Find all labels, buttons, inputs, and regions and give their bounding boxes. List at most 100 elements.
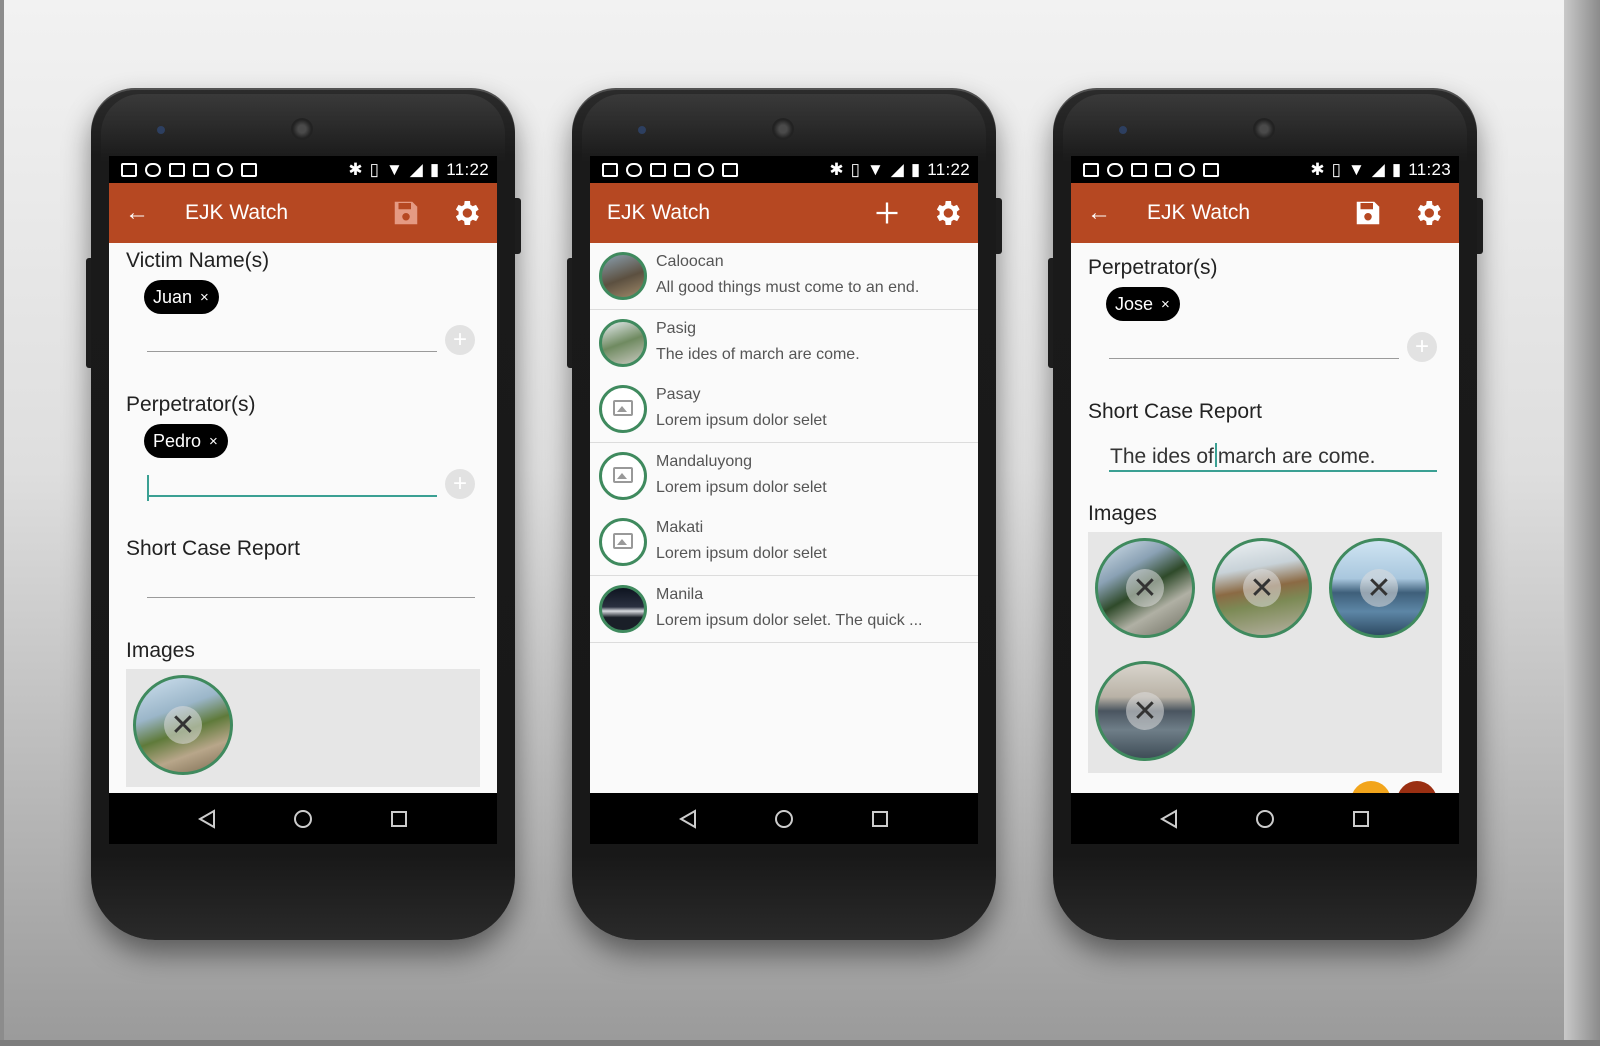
list-item[interactable]: Pasay Lorem ipsum dolor selet — [590, 376, 978, 443]
image-icon — [1131, 162, 1147, 177]
case-avatar — [599, 385, 647, 433]
nav-back-icon[interactable] — [196, 808, 218, 830]
list-item[interactable]: Makati Lorem ipsum dolor selet — [590, 509, 978, 576]
nav-home-icon[interactable] — [292, 808, 314, 830]
add-victim-button[interactable]: + — [445, 325, 475, 355]
bluetooth-icon: ✱ — [1310, 159, 1325, 179]
nav-recents-icon[interactable] — [869, 808, 891, 830]
remove-image-icon[interactable]: ✕ — [1243, 569, 1281, 607]
text-cursor — [1214, 443, 1217, 467]
cloud-icon — [1107, 162, 1123, 177]
nav-recents-icon[interactable] — [1350, 808, 1372, 830]
remove-image-icon[interactable]: ✕ — [164, 706, 202, 744]
image-thumbnail[interactable]: ✕ — [1329, 538, 1429, 638]
report-input-text[interactable]: The ides of march are come. — [1110, 443, 1375, 469]
screen: ✱ ▯ ▼ ◢ ▮ 11:22 ← EJK Watch Victim Name(… — [109, 156, 497, 844]
list-item[interactable]: Manila Lorem ipsum dolor selet. The quic… — [590, 576, 978, 643]
nav-home-icon[interactable] — [1254, 808, 1276, 830]
bluetooth-icon: ✱ — [348, 159, 363, 179]
remove-image-icon[interactable]: ✕ — [1360, 569, 1398, 607]
gear-icon[interactable] — [449, 196, 483, 230]
earpiece-speaker — [1253, 118, 1275, 140]
list-item[interactable]: Pasig The ides of march are come. — [590, 310, 978, 377]
chip-remove-icon[interactable]: × — [209, 433, 218, 450]
perpetrator-input[interactable] — [1109, 358, 1399, 359]
earpiece-speaker — [291, 118, 313, 140]
screen: ✱ ▯ ▼ ◢ ▮ 11:22 EJK Watch Caloocan All g… — [590, 156, 978, 844]
image-thumbnail[interactable]: ✕ — [133, 675, 233, 775]
save-icon[interactable] — [1351, 196, 1385, 230]
list-item[interactable]: Mandaluyong Lorem ipsum dolor selet — [590, 443, 978, 510]
images-label: Images — [126, 639, 195, 662]
fab-primary-button[interactable] — [1397, 781, 1437, 793]
perpetrator-chip[interactable]: Pedro × — [144, 424, 228, 458]
nav-back-icon[interactable] — [677, 808, 699, 830]
chip-remove-icon[interactable]: × — [200, 289, 209, 306]
notification-icons — [121, 162, 257, 177]
remove-image-icon[interactable]: ✕ — [1126, 692, 1164, 730]
gear-icon[interactable] — [930, 196, 964, 230]
report-text-before-cursor: The ides of — [1110, 445, 1214, 468]
report-input[interactable] — [1109, 470, 1437, 472]
placeholder-image-icon — [613, 533, 633, 549]
image-thumbnail[interactable]: ✕ — [1095, 661, 1195, 761]
placeholder-image-icon — [613, 467, 633, 483]
save-icon[interactable] — [389, 196, 423, 230]
battery-icon: ▮ — [429, 159, 440, 179]
notification-icons — [1083, 162, 1219, 177]
case-title: Makati — [656, 519, 704, 536]
vibrate-icon: ▯ — [1331, 159, 1341, 179]
frame-right-edge — [1564, 0, 1600, 1046]
power-button[interactable] — [996, 198, 1002, 254]
text-cursor — [147, 475, 149, 501]
add-perpetrator-button[interactable]: + — [445, 469, 475, 499]
system-nav-bar — [109, 793, 497, 844]
nav-back-icon[interactable] — [1158, 808, 1180, 830]
list-item[interactable]: Caloocan All good things must come to an… — [590, 243, 978, 310]
plus-icon[interactable] — [870, 196, 904, 230]
remove-image-icon[interactable]: ✕ — [1126, 569, 1164, 607]
wifi-notify-icon — [1179, 162, 1195, 177]
edit-form: Perpetrator(s) Jose × + Short Case Repor… — [1071, 243, 1459, 793]
frame-left-edge — [0, 0, 4, 1046]
add-perpetrator-button[interactable]: + — [1407, 332, 1437, 362]
victim-chip[interactable]: Juan × — [144, 280, 219, 314]
placeholder-image-icon — [613, 400, 633, 416]
status-bar: ✱ ▯ ▼ ◢ ▮ 11:23 — [1071, 156, 1459, 183]
image-thumbnail[interactable]: ✕ — [1212, 538, 1312, 638]
app-title: EJK Watch — [185, 201, 289, 224]
case-title: Pasig — [656, 320, 697, 337]
case-subtitle: Lorem ipsum dolor selet. The quick ... — [656, 612, 923, 629]
mail-icon — [1155, 162, 1171, 177]
nav-home-icon[interactable] — [773, 808, 795, 830]
report-label: Short Case Report — [1088, 400, 1262, 423]
arrow-back-icon[interactable]: ← — [125, 199, 155, 227]
power-button[interactable] — [515, 198, 521, 254]
status-bar: ✱ ▯ ▼ ◢ ▮ 11:22 — [109, 156, 497, 183]
perpetrator-chip[interactable]: Jose × — [1106, 287, 1180, 321]
report-input[interactable] — [147, 597, 475, 598]
front-camera — [1119, 126, 1127, 134]
power-button[interactable] — [1477, 198, 1483, 254]
cloud-icon — [145, 162, 161, 177]
gear-icon[interactable] — [1411, 196, 1445, 230]
image-thumbnail[interactable]: ✕ — [1095, 538, 1195, 638]
report-text-after-cursor: march are come. — [1217, 445, 1376, 468]
arrow-back-icon[interactable]: ← — [1087, 199, 1117, 227]
perpetrator-input[interactable] — [147, 495, 437, 497]
fab-secondary-button[interactable] — [1351, 781, 1391, 793]
screen: ✱ ▯ ▼ ◢ ▮ 11:23 ← EJK Watch Perpetrator(… — [1071, 156, 1459, 844]
volume-button[interactable] — [86, 258, 91, 368]
volume-button[interactable] — [567, 258, 572, 368]
battery-icon: ▮ — [1391, 159, 1402, 179]
volume-button[interactable] — [1048, 258, 1053, 368]
nav-recents-icon[interactable] — [388, 808, 410, 830]
chip-remove-icon[interactable]: × — [1161, 296, 1170, 313]
case-title: Caloocan — [656, 253, 724, 270]
frame-bottom-edge — [0, 1040, 1600, 1046]
victim-input[interactable] — [147, 351, 437, 352]
battery-icon: ▮ — [910, 159, 921, 179]
bluetooth-icon: ✱ — [829, 159, 844, 179]
wifi-notify-icon — [217, 162, 233, 177]
case-subtitle: All good things must come to an end. — [656, 279, 920, 296]
